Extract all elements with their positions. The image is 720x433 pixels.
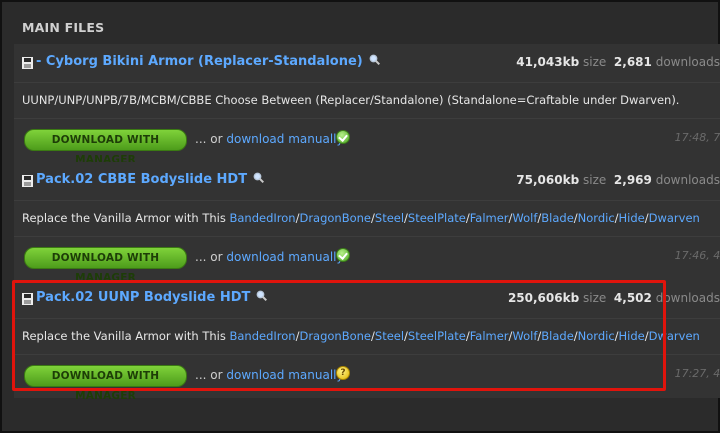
armor-link[interactable]: Blade [541, 211, 574, 225]
section-title: MAIN FILES [22, 20, 105, 35]
armor-link[interactable]: Dwarven [649, 211, 700, 225]
armor-link[interactable]: Steel [375, 329, 404, 343]
magnifier-icon[interactable] [256, 290, 268, 302]
file-stats: 75,060kb size 2,969 downloads [516, 173, 720, 187]
yellow-question-icon: ? [336, 366, 350, 380]
armor-link[interactable]: Blade [541, 329, 574, 343]
armor-link[interactable]: BandedIron [230, 211, 296, 225]
download-manually-link[interactable]: download manually [226, 368, 343, 382]
armor-link[interactable]: Nordic [578, 211, 615, 225]
file-entry: Pack.02 UUNP Bodyslide HDT 250,606kb siz… [14, 280, 720, 402]
file-description: UUNP/UNP/UNPB/7B/MCBM/CBBE Choose Betwee… [22, 93, 680, 107]
magnifier-icon[interactable] [253, 172, 265, 184]
green-check-icon [336, 130, 350, 144]
armor-link[interactable]: DragonBone [299, 211, 371, 225]
download-manually-link[interactable]: download manually [226, 132, 343, 146]
file-description: Replace the Vanilla Armor with This Band… [22, 211, 700, 225]
armor-link[interactable]: SteelPlate [408, 211, 466, 225]
file-entry: Pack.02 CBBE Bodyslide HDT 75,060kb size… [14, 162, 720, 284]
file-timestamp: 17:46, 4 Ju [674, 249, 720, 262]
file-stats: 41,043kb size 2,681 downloads [516, 55, 720, 69]
armor-link[interactable]: Nordic [578, 329, 615, 343]
armor-links: BandedIron/DragonBone/Steel/SteelPlate/F… [230, 211, 700, 225]
file-timestamp: 17:27, 4 Ju [674, 367, 720, 380]
armor-links: BandedIron/DragonBone/Steel/SteelPlate/F… [230, 329, 700, 343]
green-check-icon [336, 248, 350, 262]
download-with-manager-button[interactable]: DOWNLOAD WITH MANAGER [24, 247, 187, 284]
file-disk-icon [22, 57, 33, 69]
file-title-link[interactable]: Pack.02 CBBE Bodyslide HDT [36, 172, 265, 187]
armor-link[interactable]: DragonBone [299, 329, 371, 343]
armor-link[interactable]: Falmer [470, 329, 509, 343]
download-with-manager-button[interactable]: DOWNLOAD WITH MANAGER [24, 129, 187, 166]
download-manually-link[interactable]: download manually [226, 250, 343, 264]
file-description: Replace the Vanilla Armor with This Band… [22, 329, 700, 343]
or-text: ... or download manually [195, 250, 344, 264]
armor-link[interactable]: SteelPlate [408, 329, 466, 343]
or-text: ... or download manually [195, 368, 344, 382]
file-stats: 250,606kb size 4,502 downloads [507, 291, 720, 305]
armor-link[interactable]: Dwarven [649, 329, 700, 343]
armor-link[interactable]: BandedIron [230, 329, 296, 343]
file-disk-icon [22, 175, 33, 187]
armor-link[interactable]: Wolf [512, 211, 537, 225]
armor-link[interactable]: Wolf [512, 329, 537, 343]
file-timestamp: 17:48, 7 Ju [674, 131, 720, 144]
or-text: ... or download manually [195, 132, 344, 146]
file-entry: - Cyborg Bikini Armor (Replacer-Standalo… [14, 44, 720, 166]
download-with-manager-button[interactable]: DOWNLOAD WITH MANAGER [24, 365, 187, 402]
file-disk-icon [22, 293, 33, 305]
file-title-link[interactable]: - Cyborg Bikini Armor (Replacer-Standalo… [36, 54, 380, 69]
magnifier-icon[interactable] [369, 54, 380, 66]
armor-link[interactable]: Steel [375, 211, 404, 225]
file-title-link[interactable]: Pack.02 UUNP Bodyslide HDT [36, 290, 268, 305]
armor-link[interactable]: Falmer [470, 211, 509, 225]
armor-link[interactable]: Hide [619, 211, 645, 225]
armor-link[interactable]: Hide [619, 329, 645, 343]
